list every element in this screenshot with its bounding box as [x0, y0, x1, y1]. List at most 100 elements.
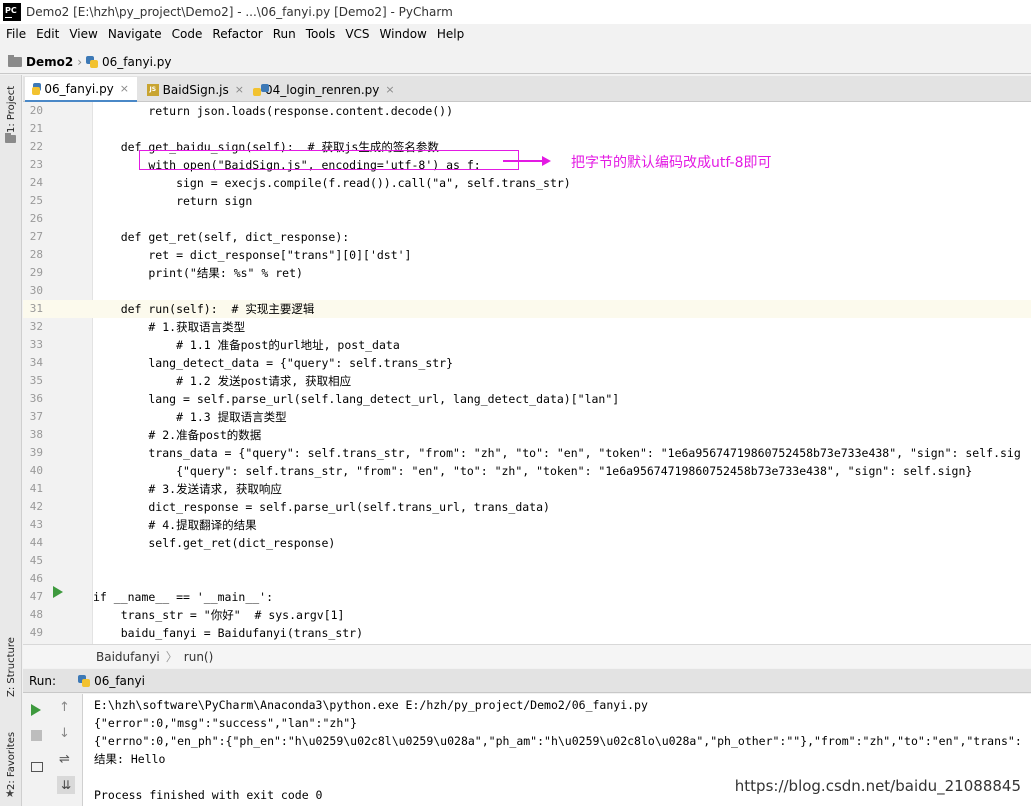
layout-icon[interactable] — [31, 762, 43, 772]
line-number: 44 — [29, 536, 43, 549]
menu-navigate[interactable]: Navigate — [104, 27, 168, 41]
soft-wrap-icon[interactable]: ⇌ — [59, 752, 73, 767]
tab-label: BaidSign.js — [162, 82, 229, 97]
close-icon[interactable]: × — [235, 83, 244, 96]
code-text: # 1.3 提取语言类型 — [93, 410, 287, 424]
line-number: 34 — [29, 356, 43, 369]
code-line[interactable]: 35 # 1.2 发送post请求, 获取相应 — [23, 372, 1031, 390]
line-number: 39 — [29, 446, 43, 459]
code-editor[interactable]: 20 return json.loads(response.content.de… — [23, 102, 1031, 644]
project-tool-icon[interactable] — [5, 133, 16, 143]
code-line[interactable]: 26 — [23, 210, 1031, 228]
line-number: 37 — [29, 410, 43, 423]
tab-06-fanyi[interactable]: 06_fanyi.py × — [25, 77, 137, 102]
code-text: return sign — [93, 194, 253, 208]
code-line[interactable]: 44 self.get_ret(dict_response) — [23, 534, 1031, 552]
run-config-tab[interactable]: 06_fanyi — [94, 674, 145, 688]
code-text: lang = self.parse_url(self.lang_detect_u… — [93, 392, 620, 406]
code-text: # 2.准备post的数据 — [93, 428, 262, 442]
close-icon[interactable]: × — [120, 82, 129, 95]
project-tool-tab[interactable]: 1: Project — [6, 86, 17, 133]
favorites-tool-tab[interactable]: 2: Favorites — [6, 732, 17, 790]
line-number: 36 — [29, 392, 43, 405]
run-icon[interactable] — [53, 586, 63, 598]
code-line[interactable]: 24 sign = execjs.compile(f.read()).call(… — [23, 174, 1031, 192]
tab-baidsign-js[interactable]: JS BaidSign.js × — [139, 77, 252, 102]
menu-refactor[interactable]: Refactor — [208, 27, 268, 41]
menu-run[interactable]: Run — [269, 27, 302, 41]
code-line[interactable]: 20 return json.loads(response.content.de… — [23, 102, 1031, 120]
code-line[interactable]: 39 trans_data = {"query": self.trans_str… — [23, 444, 1031, 462]
code-line[interactable]: 31 def run(self): # 实现主要逻辑 — [23, 300, 1031, 318]
code-line[interactable]: 40 {"query": self.trans_str, "from": "en… — [23, 462, 1031, 480]
line-number: 23 — [29, 158, 43, 171]
code-line[interactable]: 33 # 1.1 准备post的url地址, post_data — [23, 336, 1031, 354]
arrow-up-icon[interactable]: ↑ — [59, 700, 73, 715]
menu-code[interactable]: Code — [168, 27, 209, 41]
output-line: Process finished with exit code 0 — [94, 788, 323, 802]
folder-icon — [8, 54, 22, 67]
breadcrumb-method[interactable]: run() — [184, 650, 214, 664]
run-toolbar: ↑ ↓ ⇌ ⇊ — [23, 694, 83, 806]
arrow-down-icon[interactable]: ↓ — [59, 726, 73, 741]
code-text: trans_data = {"query": self.trans_str, "… — [93, 446, 1021, 460]
tab-04-login-renren[interactable]: 04_login_renren.py × — [253, 77, 401, 102]
scroll-to-end-icon[interactable]: ⇊ — [57, 776, 75, 794]
menu-tools[interactable]: Tools — [302, 27, 342, 41]
breadcrumb-file[interactable]: 06_fanyi.py — [102, 55, 171, 69]
annotation-arrow-icon — [503, 156, 551, 166]
code-line[interactable]: 27 def get_ret(self, dict_response): — [23, 228, 1031, 246]
line-number: 33 — [29, 338, 43, 351]
code-text: def get_ret(self, dict_response): — [93, 230, 350, 244]
code-line[interactable]: 34 lang_detect_data = {"query": self.tra… — [23, 354, 1031, 372]
code-text: self.get_ret(dict_response) — [93, 536, 336, 550]
code-line[interactable]: 38 # 2.准备post的数据 — [23, 426, 1031, 444]
line-number: 35 — [29, 374, 43, 387]
code-breadcrumb: Baidufanyi 〉 run() — [23, 644, 1031, 668]
menu-vcs[interactable]: VCS — [341, 27, 375, 41]
rerun-icon[interactable] — [31, 704, 41, 716]
chevron-right-icon: › — [77, 54, 83, 69]
code-line[interactable]: 30 — [23, 282, 1031, 300]
close-icon[interactable]: × — [385, 83, 394, 96]
line-number: 31 — [29, 302, 43, 315]
watermark: https://blog.csdn.net/baidu_21088845 — [734, 777, 1021, 795]
pycharm-logo-icon: PC — [3, 3, 21, 21]
code-line[interactable]: 25 return sign — [23, 192, 1031, 210]
code-text: if __name__ == '__main__': — [93, 590, 274, 604]
code-text: trans_str = "你好" # sys.argv[1] — [93, 608, 345, 622]
code-line[interactable]: 49 baidu_fanyi = Baidufanyi(trans_str) — [23, 624, 1031, 642]
code-line[interactable]: 45 — [23, 552, 1031, 570]
code-line[interactable]: 37 # 1.3 提取语言类型 — [23, 408, 1031, 426]
window-title: Demo2 [E:\hzh\py_project\Demo2] - ...\06… — [26, 5, 453, 19]
menu-file[interactable]: File — [2, 27, 32, 41]
code-line[interactable]: 48 trans_str = "你好" # sys.argv[1] — [23, 606, 1031, 624]
code-line[interactable]: 36 lang = self.parse_url(self.lang_detec… — [23, 390, 1031, 408]
code-line[interactable]: 28 ret = dict_response["trans"][0]['dst'… — [23, 246, 1031, 264]
line-number: 42 — [29, 500, 43, 513]
code-line[interactable]: 32 # 1.获取语言类型 — [23, 318, 1031, 336]
code-line[interactable]: 47 if __name__ == '__main__': — [23, 588, 1031, 606]
navigation-bar: Demo2 › 06_fanyi.py — [0, 50, 1031, 74]
code-line[interactable]: 21 — [23, 120, 1031, 138]
code-line[interactable]: 42 dict_response = self.parse_url(self.t… — [23, 498, 1031, 516]
line-number: 20 — [29, 104, 43, 117]
code-line[interactable]: 41 # 3.发送请求, 获取响应 — [23, 480, 1031, 498]
breadcrumb-project[interactable]: Demo2 — [26, 55, 73, 69]
annotation-highlight-box — [139, 150, 519, 170]
menu-view[interactable]: View — [65, 27, 103, 41]
code-line[interactable]: 46 — [23, 570, 1031, 588]
menu-window[interactable]: Window — [376, 27, 433, 41]
structure-tool-tab[interactable]: Z: Structure — [6, 637, 17, 697]
menu-help[interactable]: Help — [433, 27, 470, 41]
breadcrumb-class[interactable]: Baidufanyi — [96, 650, 160, 664]
menu-edit[interactable]: Edit — [32, 27, 65, 41]
code-line[interactable]: 29 print("结果: %s" % ret) — [23, 264, 1031, 282]
code-line[interactable]: 43 # 4.提取翻译的结果 — [23, 516, 1031, 534]
code-text: baidu_fanyi = Baidufanyi(trans_str) — [93, 626, 364, 640]
code-text: return json.loads(response.content.decod… — [93, 104, 454, 118]
stop-icon[interactable] — [31, 730, 42, 741]
code-text: print("结果: %s" % ret) — [93, 266, 303, 280]
line-number: 38 — [29, 428, 43, 441]
star-icon[interactable]: ★ — [5, 787, 15, 800]
